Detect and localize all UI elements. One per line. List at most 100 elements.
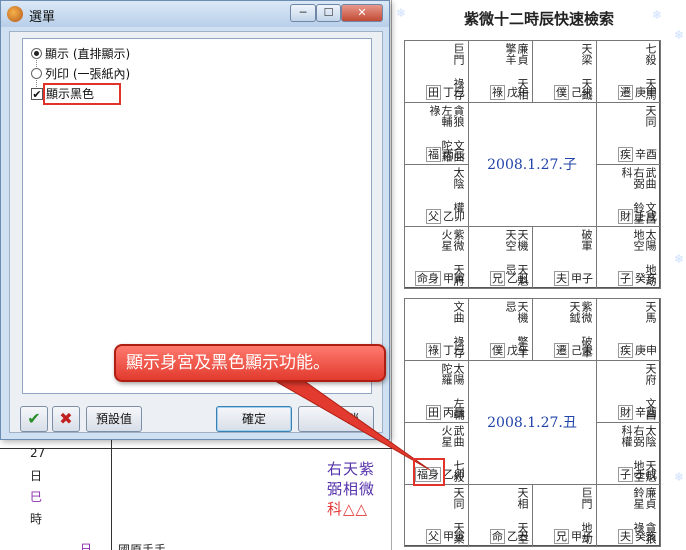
palace-stem: 癸亥	[635, 530, 657, 543]
palace-name: 僕	[490, 343, 505, 358]
palace-name: 夫	[554, 271, 569, 286]
snowflake-icon: ❄	[674, 470, 685, 484]
palace-cell: 太陰 天魁 右弼 地空 科權子壬戌	[596, 422, 661, 485]
bg-stars-line: 科△△	[327, 500, 369, 518]
palace-stem: 丁巳	[443, 344, 465, 357]
palace-cell: 天機 天魁 天空 忌兄乙丑	[468, 226, 533, 289]
bg-col-text: 27	[30, 446, 46, 460]
dialog-titlebar[interactable]: 選單 ─ ☐ ✕	[1, 1, 389, 27]
palace-label: 祿丁巳	[426, 342, 465, 358]
palace-name: 兄	[554, 529, 569, 544]
palace-cell: 文曲 祿存祿丁巳	[404, 298, 469, 361]
palace-stars: 破軍	[580, 229, 593, 251]
palace-name: 祿	[490, 85, 505, 100]
palace-label: 父乙卯	[426, 208, 465, 224]
palace-cell: 太陽 地劫 地空子癸亥	[596, 226, 661, 289]
palace-stem: 己未	[571, 344, 593, 357]
palace-name: 父	[426, 529, 441, 544]
palace-label: 遷庚申	[618, 84, 657, 100]
palace-stem: 戊午	[507, 344, 529, 357]
app-icon	[7, 6, 23, 22]
palace-cell: 太陰 權父乙卯	[404, 164, 469, 227]
palace-name: 父	[426, 209, 441, 224]
palace-label: 子癸亥	[618, 270, 657, 286]
palace-label: 僕己未	[554, 84, 593, 100]
palace-stars: 太陰 權	[452, 167, 465, 213]
palace-stem: 壬戌	[635, 468, 657, 481]
palace-stem: 己未	[571, 86, 593, 99]
palace-label: 命身 甲寅	[415, 270, 465, 286]
palace-label: 僕戊午	[490, 342, 529, 358]
radio-display-vertical[interactable]	[31, 48, 42, 59]
palace-name: 夫	[618, 529, 633, 544]
palace-label: 子壬戌	[618, 466, 657, 482]
palace-label: 田丙辰	[426, 404, 465, 420]
palace-stem: 甲寅	[443, 530, 465, 543]
palace-stem: 庚申	[635, 344, 657, 357]
palace-stem: 甲子	[571, 272, 593, 285]
snowflake-icon: ❄	[674, 28, 685, 42]
palace-label: 遷己未	[554, 342, 593, 358]
dialog-title: 選單	[29, 10, 56, 25]
minimize-button[interactable]: ─	[290, 4, 316, 22]
palace-name: 子	[618, 271, 633, 286]
bg-bottom-text: 國原手手	[118, 543, 167, 550]
palace-stem: 辛酉	[635, 148, 657, 161]
chart-center-date: 2008.1.27.丑	[487, 415, 577, 431]
palace-name: 財	[618, 405, 633, 420]
bg-col-text: 巳	[30, 490, 43, 504]
palace-cell: 巨門 祿存田丁巳	[404, 40, 469, 103]
snowflake-icon: ❄	[396, 6, 407, 20]
radio-print-one-page[interactable]	[31, 68, 42, 79]
options-tree: 顯示 (直排顯示) 列印 (一張紙內) ✔ 顯示黑色	[22, 38, 372, 394]
palace-name: 財	[618, 209, 633, 224]
palace-label: 父甲寅	[426, 528, 465, 544]
palace-name: 疾	[618, 343, 633, 358]
cancel-button[interactable]: 消	[298, 406, 374, 432]
checkmark-icon: ✔	[27, 409, 41, 428]
palace-stem: 乙丑	[507, 272, 529, 285]
palace-cell: 七殺 天馬遷庚申	[596, 40, 661, 103]
palace-stars: 天馬	[644, 301, 657, 323]
palace-name: 遷	[618, 85, 633, 100]
palace-stem: 壬戌	[635, 210, 657, 223]
palace-cell: 紫微 天府 火星 命身 甲寅	[404, 226, 469, 289]
palace-name: 田	[426, 405, 441, 420]
palace-label: 夫癸亥	[618, 528, 657, 544]
palace-name: 僕	[554, 85, 569, 100]
cancel-icon-button[interactable]: ✖	[52, 406, 80, 432]
palace-cell: 武曲 文昌 右弼 鈴星 科財壬戌	[596, 164, 661, 227]
palace-name: 祿	[426, 343, 441, 358]
palace-name: 福	[426, 147, 441, 162]
palace-name: 子	[618, 467, 633, 482]
checkbox-show-black[interactable]: ✔	[31, 87, 43, 100]
highlight-box	[413, 458, 445, 486]
palace-name: 疾	[618, 147, 633, 162]
confirm-button[interactable]: 確定	[216, 406, 292, 432]
bg-col-text: 日	[80, 542, 93, 550]
maximize-button[interactable]: ☐	[316, 4, 341, 22]
chart-center-date: 2008.1.27.子	[487, 157, 577, 173]
palace-label: 財壬戌	[618, 208, 657, 224]
defaults-button[interactable]: 預設值	[86, 406, 142, 432]
palace-cell: 天梁 天鉞僕己未	[532, 40, 597, 103]
palace-stem: 乙丑	[507, 530, 529, 543]
palace-stem: 丙辰	[443, 148, 465, 161]
option-display-vertical[interactable]: 顯示 (直排顯示)	[31, 45, 130, 62]
palace-name: 遷	[554, 343, 569, 358]
option-print-one-page[interactable]: 列印 (一張紙內)	[31, 65, 130, 82]
palace-stem: 丁巳	[443, 86, 465, 99]
ok-icon-button[interactable]: ✔	[20, 406, 48, 432]
palace-cell: 天同 天梁父甲寅	[404, 484, 469, 547]
option-label: 顯示 (直排顯示)	[45, 47, 131, 61]
palace-label: 財辛酉	[618, 404, 657, 420]
palace-label: 祿戊午	[490, 84, 529, 100]
palace-cell: 太陽 左輔 陀羅田丙辰	[404, 360, 469, 423]
bg-col-text: 日	[30, 469, 43, 483]
palace-label: 命乙丑	[490, 528, 529, 544]
palace-stem: 辛酉	[635, 406, 657, 419]
palace-cell: 巨門 地劫兄甲子	[532, 484, 597, 547]
palace-cell: 天相 天空命乙丑	[468, 484, 533, 547]
close-button[interactable]: ✕	[341, 4, 383, 22]
palace-label: 兄乙丑	[490, 270, 529, 286]
